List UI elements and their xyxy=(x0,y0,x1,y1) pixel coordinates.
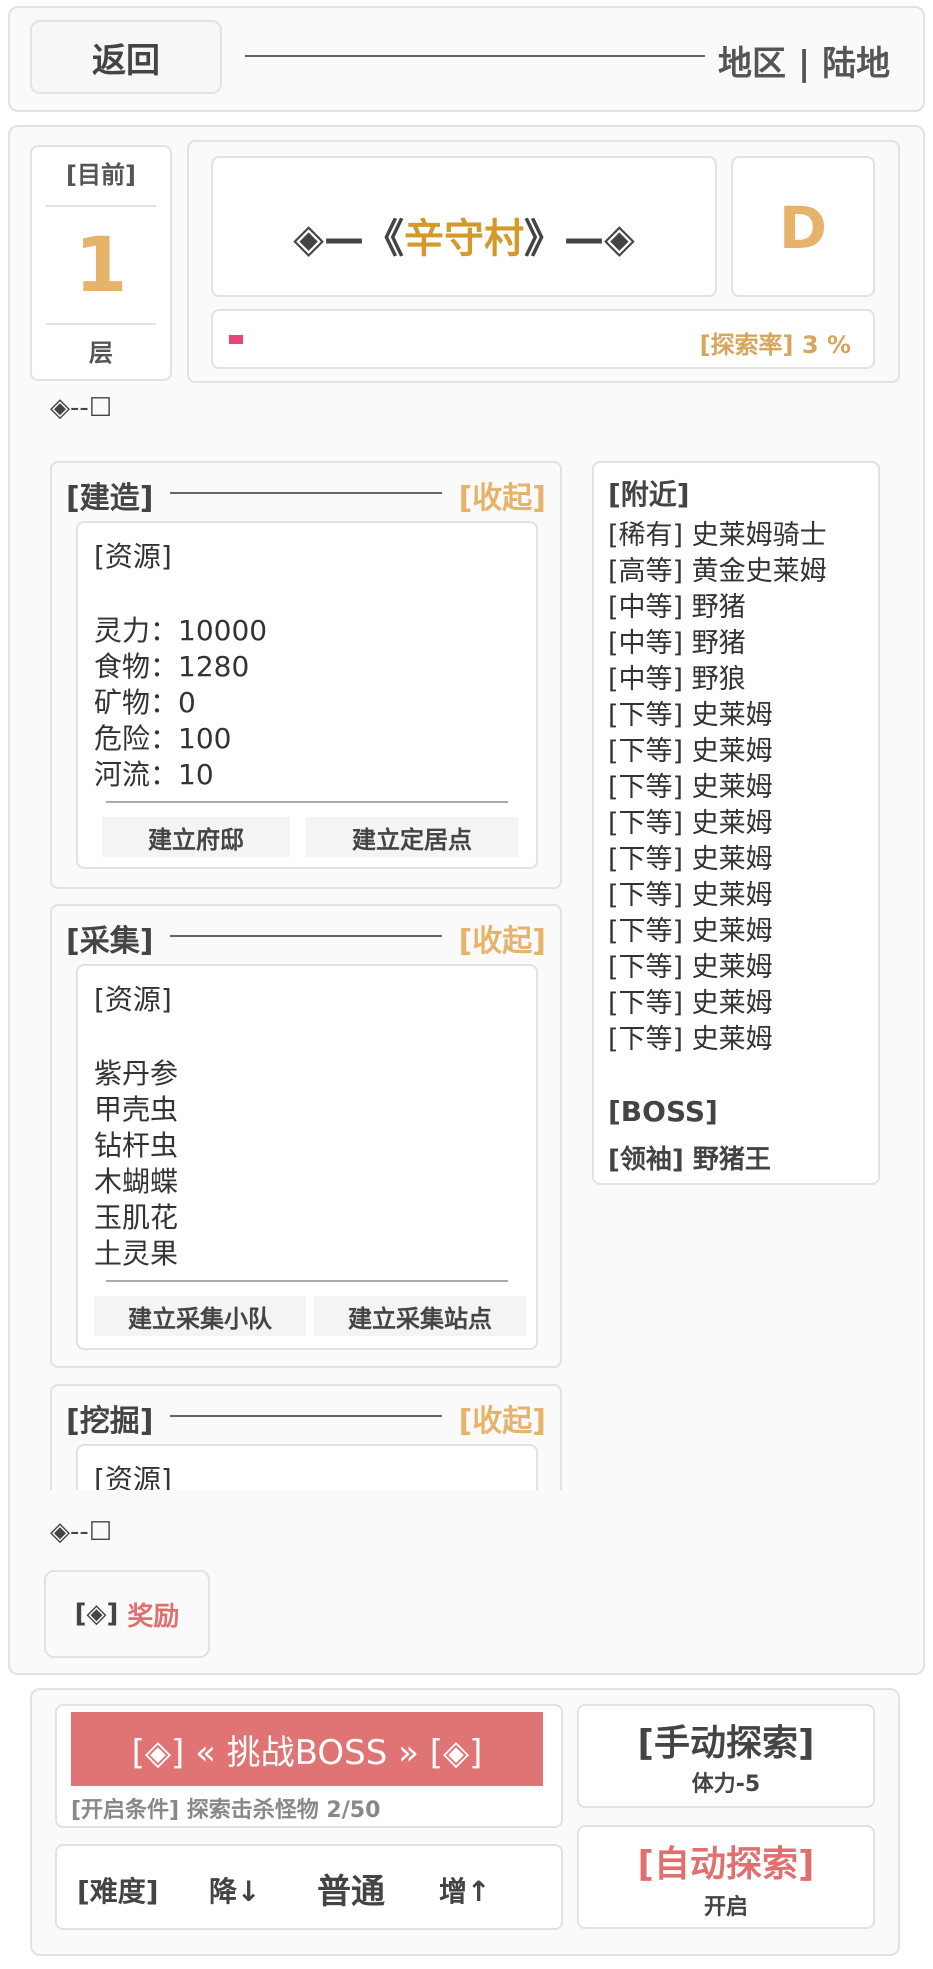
resource-title: [资源] xyxy=(94,1463,172,1490)
auto-explore-button[interactable]: [自动探索] 开启 xyxy=(577,1825,875,1929)
resource-item: 玉肌花 xyxy=(94,1201,179,1234)
dig-section-title: [挖掘] xyxy=(66,1404,154,1439)
rank-card: D xyxy=(731,156,875,297)
gather-collapse-button[interactable]: [收起] xyxy=(459,916,546,960)
gather-resource-card: [资源] 紫丹参 甲壳虫 钻杆虫 木蝴蝶 玉肌花 土灵果 建立采集小队 建立采集… xyxy=(76,964,538,1350)
nearby-monster[interactable]: [下等] 史莱姆 xyxy=(608,981,773,1020)
divider xyxy=(106,801,508,803)
nearby-monster[interactable]: [中等] 野猪 xyxy=(608,621,746,660)
dig-collapse-button[interactable]: [收起] xyxy=(459,1396,546,1440)
nearby-monster[interactable]: [下等] 史莱姆 xyxy=(608,801,773,840)
village-title: ◈—《辛守村》—◈ xyxy=(213,206,715,264)
manual-explore-button[interactable]: [手动探索] 体力-5 xyxy=(577,1704,875,1808)
nearby-monster[interactable]: [下等] 史莱姆 xyxy=(608,765,773,804)
section-divider xyxy=(170,935,442,937)
build-collapse-button[interactable]: [收起] xyxy=(459,473,546,517)
divider xyxy=(46,323,156,325)
nearby-panel: [附近] [稀有] 史莱姆骑士 [高等] 黄金史莱姆 [中等] 野猪 [中等] … xyxy=(592,461,880,1185)
resource-item: 河流：10 xyxy=(94,758,214,791)
resource-item: 甲壳虫 xyxy=(94,1093,179,1126)
nearby-monster[interactable]: [下等] 史莱姆 xyxy=(608,873,773,912)
gather-section-title: [采集] xyxy=(66,924,154,959)
header-divider xyxy=(245,55,705,57)
back-button[interactable]: 返回 xyxy=(30,20,222,94)
stamina-cost: 体力-5 xyxy=(691,1772,761,1797)
section-divider xyxy=(170,492,442,494)
difficulty-card: [难度] 降↓ 普通 增↑ xyxy=(55,1844,563,1930)
scroll-clip: [挖掘] [收起] [资源] xyxy=(50,1384,562,1490)
boss-monster[interactable]: [领袖] 野猪王 xyxy=(608,1139,771,1176)
resource-title: [资源] xyxy=(94,540,172,573)
gather-section: [采集] [收起] [资源] 紫丹参 甲壳虫 钻杆虫 木蝴蝶 玉肌花 土灵果 建… xyxy=(50,904,562,1368)
resource-item: 钻杆虫 xyxy=(94,1129,179,1162)
dig-section: [挖掘] [收起] [资源] xyxy=(50,1384,562,1490)
build-section-title: [建造] xyxy=(66,481,154,516)
dig-resource-card: [资源] xyxy=(76,1444,538,1490)
explore-rate-label: [探索率] 3 % xyxy=(699,331,851,359)
challenge-boss-button[interactable]: [◈] « 挑战BOSS » [◈] xyxy=(71,1712,543,1786)
resource-item: 灵力：10000 xyxy=(94,614,268,647)
floor-unit-label: 层 xyxy=(89,339,113,367)
resource-item: 紫丹参 xyxy=(94,1057,179,1090)
floor-current-label: [目前] xyxy=(66,161,136,189)
ornament-divider: ◈--☐ xyxy=(50,393,113,423)
resource-item: 矿物：0 xyxy=(94,686,196,719)
nearby-monster[interactable]: [下等] 史莱姆 xyxy=(608,945,773,984)
section-divider xyxy=(170,1415,442,1417)
resource-item: 土灵果 xyxy=(94,1237,179,1270)
boss-unlock-condition: [开启条件] 探索击杀怪物 2/50 xyxy=(71,1798,381,1823)
nearby-monster[interactable]: [下等] 史莱姆 xyxy=(608,693,773,732)
diamond-icon: [◈] xyxy=(74,1599,119,1629)
boss-challenge-card: [◈] « 挑战BOSS » [◈] [开启条件] 探索击杀怪物 2/50 xyxy=(55,1704,563,1828)
floor-number: 1 xyxy=(74,220,128,309)
reward-button[interactable]: [◈] 奖励 xyxy=(44,1570,210,1658)
difficulty-value: 普通 xyxy=(317,1872,385,1912)
village-title-card: ◈—《辛守村》—◈ xyxy=(211,156,717,297)
build-gather-station-button[interactable]: 建立采集站点 xyxy=(314,1296,526,1336)
village-suffix: 》—◈ xyxy=(524,216,635,262)
build-gather-team-button[interactable]: 建立采集小队 xyxy=(94,1296,306,1336)
build-mansion-button[interactable]: 建立府邸 xyxy=(102,817,290,857)
region-label: 地区 | 陆地 xyxy=(718,44,891,84)
divider xyxy=(46,205,156,207)
nearby-monster[interactable]: [中等] 野狼 xyxy=(608,657,746,696)
reward-label: 奖励 xyxy=(127,1601,180,1632)
manual-explore-title: [手动探索] xyxy=(637,1723,815,1764)
resource-item: 食物：1280 xyxy=(94,650,250,683)
build-settlement-button[interactable]: 建立定居点 xyxy=(306,817,518,857)
difficulty-decrease-button[interactable]: 降↓ xyxy=(209,1870,260,1910)
nearby-monster[interactable]: [高等] 黄金史莱姆 xyxy=(608,549,827,588)
nearby-title: [附近] xyxy=(608,478,690,511)
nearby-monster[interactable]: [下等] 史莱姆 xyxy=(608,837,773,876)
boss-title: [BOSS] xyxy=(608,1095,718,1128)
explore-progress-fill xyxy=(229,335,243,344)
explore-rate-bar: [探索率] 3 % xyxy=(211,309,875,369)
nearby-monster[interactable]: [下等] 史莱姆 xyxy=(608,729,773,768)
divider xyxy=(106,1280,508,1282)
difficulty-label: [难度] xyxy=(77,1875,159,1908)
build-section: [建造] [收起] [资源] 灵力：10000 食物：1280 矿物：0 危险：… xyxy=(50,461,562,889)
nearby-monster[interactable]: [稀有] 史莱姆骑士 xyxy=(608,513,827,552)
auto-explore-title: [自动探索] xyxy=(637,1844,815,1885)
village-name: 辛守村 xyxy=(404,216,524,262)
village-prefix: ◈—《 xyxy=(293,216,404,262)
nearby-monster[interactable]: [下等] 史莱姆 xyxy=(608,1017,773,1056)
floor-card: [目前] 1 层 xyxy=(30,145,172,381)
nearby-monster[interactable]: [中等] 野猪 xyxy=(608,585,746,624)
difficulty-increase-button[interactable]: 增↑ xyxy=(439,1870,490,1910)
resource-title: [资源] xyxy=(94,983,172,1016)
ornament-divider: ◈--☐ xyxy=(50,1517,113,1547)
auto-explore-state: 开启 xyxy=(703,1895,748,1920)
resource-item: 木蝴蝶 xyxy=(94,1165,179,1198)
resource-item: 危险：100 xyxy=(94,722,232,755)
village-rank: D xyxy=(778,194,828,262)
build-resource-card: [资源] 灵力：10000 食物：1280 矿物：0 危险：100 河流：10 … xyxy=(76,521,538,869)
nearby-monster[interactable]: [下等] 史莱姆 xyxy=(608,909,773,948)
